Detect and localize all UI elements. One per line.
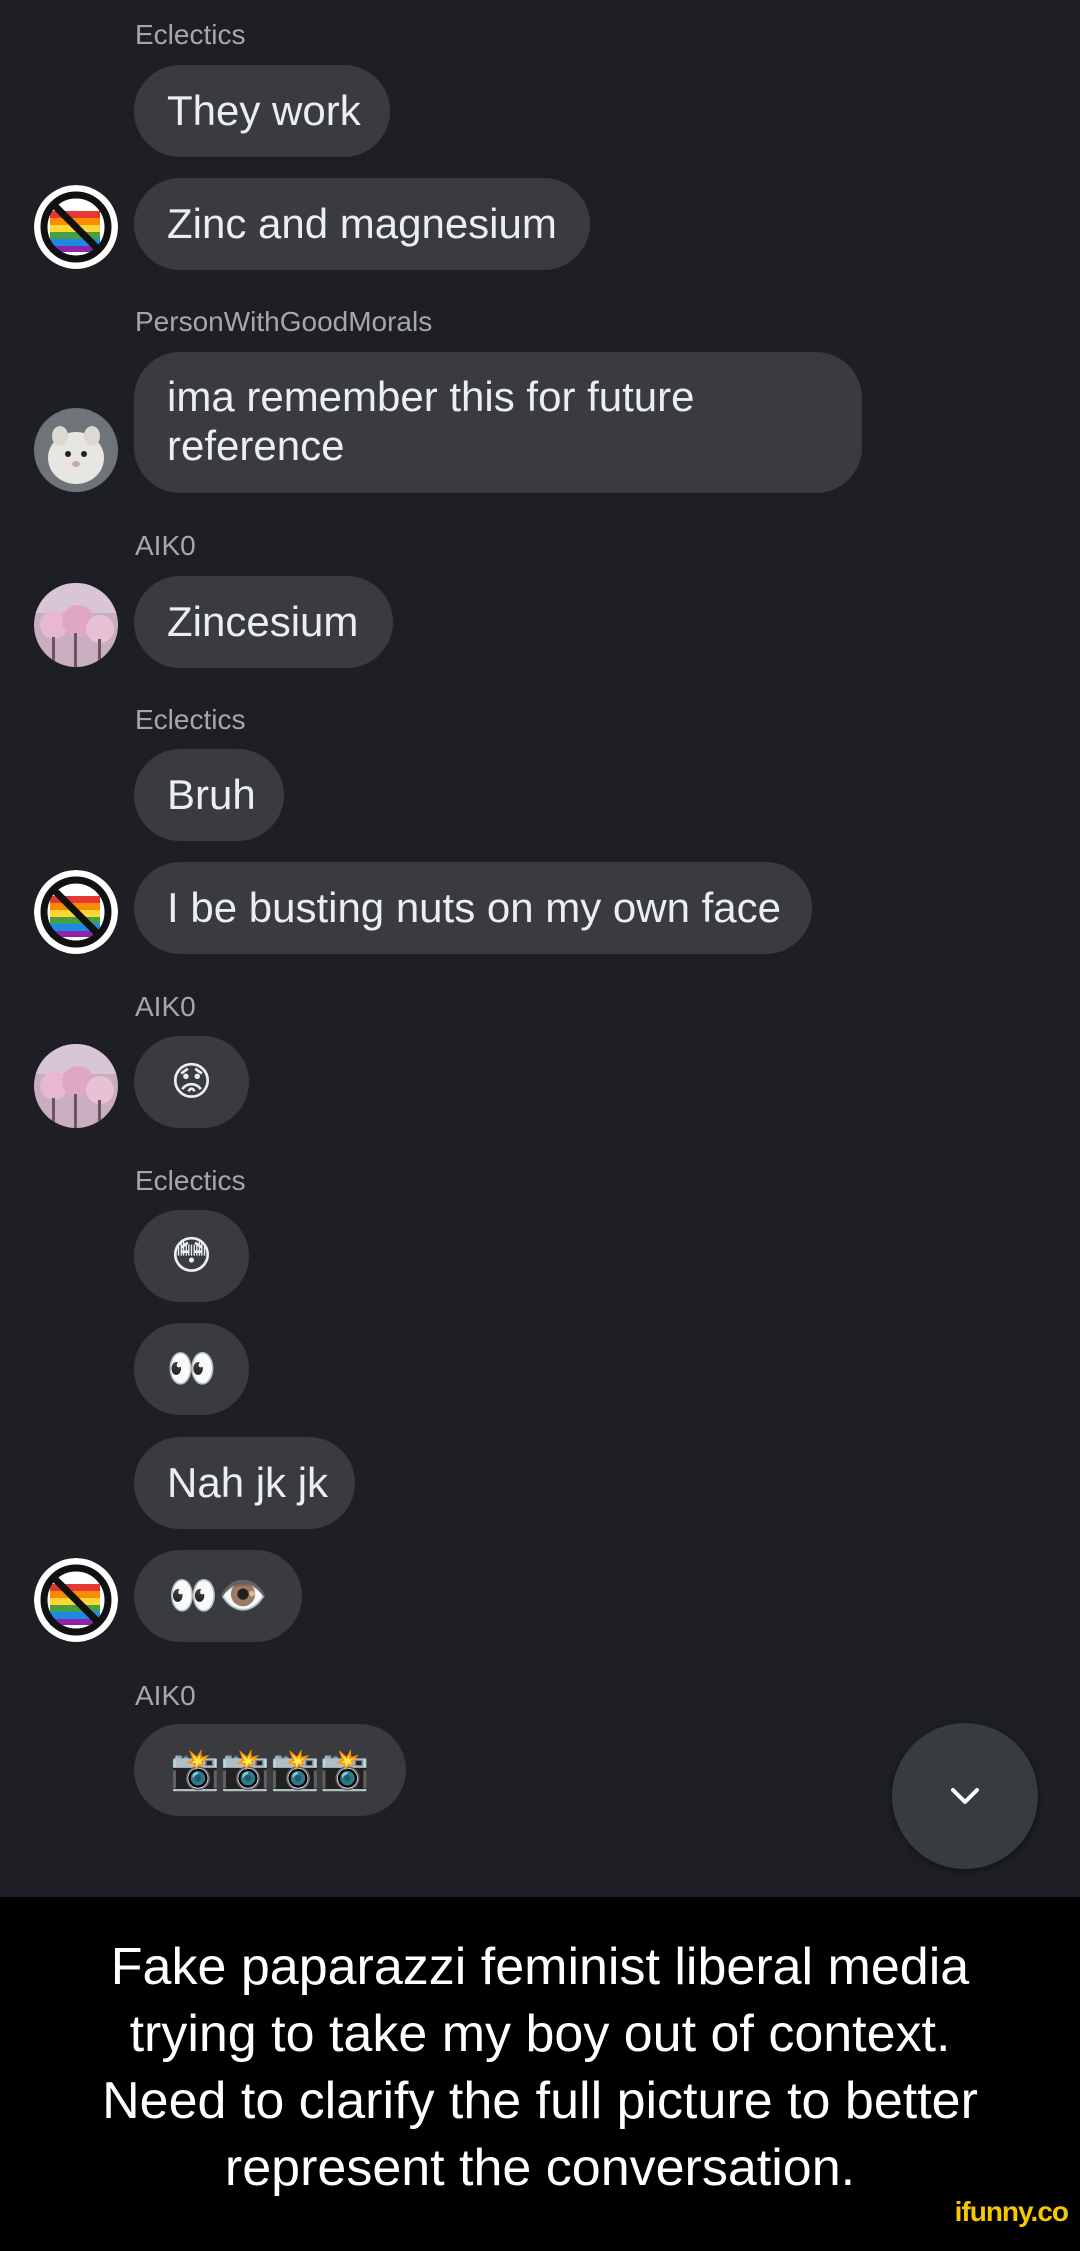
scroll-to-bottom-button[interactable] (892, 1723, 1038, 1869)
sender-name: Eclectics (135, 19, 246, 50)
sender-name: Eclectics (135, 704, 246, 735)
message-bubble[interactable]: 👀👁️ (134, 1550, 302, 1642)
sender-name: AIK0 (135, 1680, 196, 1711)
caption-line: represent the conversation. (224, 2139, 856, 2197)
watermark: ifunny.co (954, 2196, 1069, 2227)
sender-name: AIK0 (135, 530, 196, 561)
message-bubble[interactable]: Nah jk jk (134, 1437, 355, 1529)
avatar-eclectics[interactable] (34, 185, 118, 269)
message-bubble[interactable]: 👀 (134, 1323, 249, 1415)
message-bubble[interactable]: Bruh (134, 749, 284, 841)
sender-name: PersonWithGoodMorals (135, 306, 433, 337)
avatar-aik0[interactable] (34, 1044, 118, 1128)
sender-name: Eclectics (135, 1165, 246, 1196)
caption-line: trying to take my boy out of context. (129, 2005, 951, 2063)
avatar-aik0[interactable] (34, 583, 118, 667)
message-bubble[interactable]: 😟 (134, 1036, 249, 1128)
message-bubble[interactable]: I be busting nuts on my own face (134, 862, 812, 954)
avatar-personwithgoodmorals[interactable] (34, 408, 118, 492)
message-bubble[interactable]: 📸📸📸📸 (134, 1724, 406, 1816)
caption-line: Fake paparazzi feminist liberal media (110, 1938, 970, 1996)
chevron-down-icon (951, 1788, 979, 1804)
avatar-eclectics[interactable] (34, 870, 118, 954)
message-bubble[interactable]: Zincesium (134, 576, 393, 668)
message-bubble[interactable]: ima remember this for future reference (134, 352, 862, 493)
sender-name: AIK0 (135, 991, 196, 1022)
message-bubble[interactable]: They work (134, 65, 390, 157)
meme-caption: Fake paparazzi feminist liberal media tr… (0, 1897, 1080, 2251)
avatar-eclectics[interactable] (34, 1558, 118, 1642)
message-bubble[interactable]: Zinc and magnesium (134, 178, 590, 270)
chat-area: Eclectics They work Zinc and magnesium P… (0, 0, 1080, 1897)
message-bubble[interactable]: 😳 (134, 1210, 249, 1302)
caption-line: Need to clarify the full picture to bett… (102, 2072, 978, 2130)
